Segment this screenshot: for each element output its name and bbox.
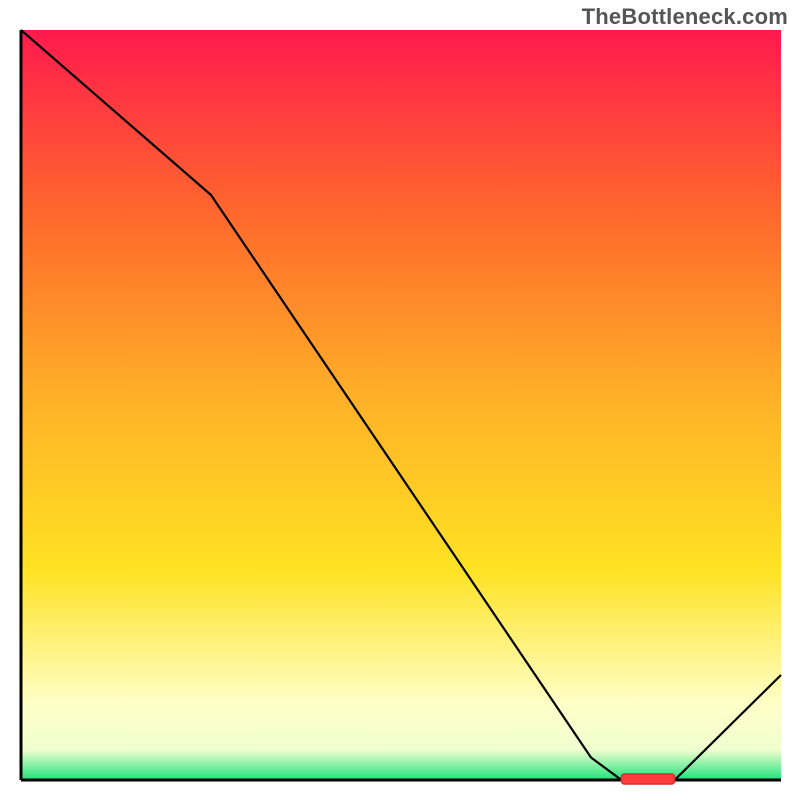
optimal-marker (621, 774, 674, 784)
plot-background (21, 30, 781, 780)
bottleneck-chart (0, 0, 800, 800)
chart-container: TheBottleneck.com (0, 0, 800, 800)
watermark-text: TheBottleneck.com (582, 4, 788, 30)
